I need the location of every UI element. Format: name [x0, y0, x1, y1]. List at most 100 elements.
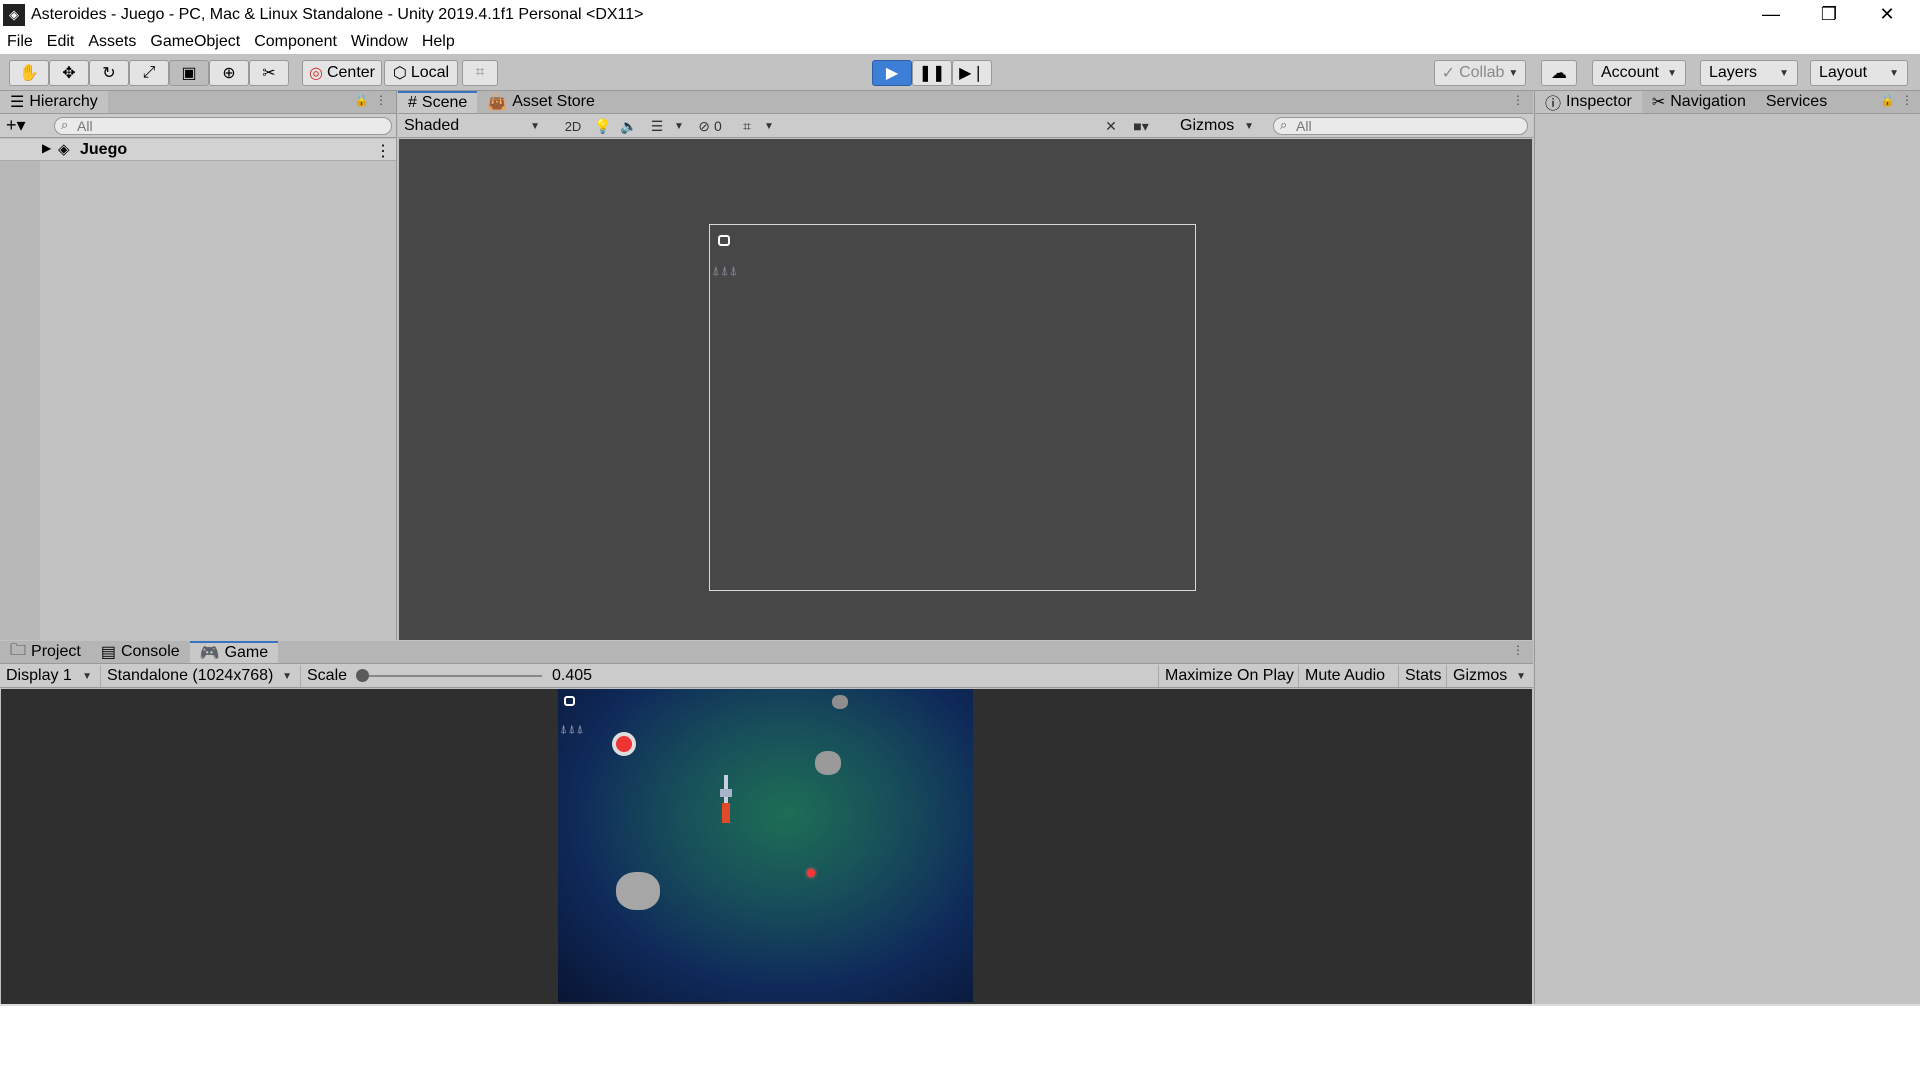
unity-scene-icon: ◈ — [58, 141, 70, 158]
inspector-tabbar: ⓘ Inspector ✂ Navigation Services 🔒 ⋮ — [1535, 91, 1920, 114]
tab-scene[interactable]: # Scene — [398, 91, 478, 113]
2d-toggle[interactable]: 2D — [558, 115, 588, 137]
menu-file[interactable]: File — [0, 33, 40, 51]
ship-thrust-icon — [722, 803, 730, 823]
chevron-down-icon: ▼ — [1779, 67, 1789, 79]
transform-tool-button[interactable]: ⊕ — [209, 60, 249, 86]
pause-button[interactable]: ❚❚ — [912, 60, 952, 86]
console-icon: ▤ — [100, 644, 116, 661]
chevron-down-icon: ▼ — [1244, 120, 1254, 132]
menu-gameobject[interactable]: GameObject — [143, 33, 247, 51]
grid-snap-button[interactable]: ⌗ — [462, 60, 498, 86]
stats-toggle[interactable]: Stats — [1398, 665, 1446, 687]
gizmos-label: Gizmos — [1453, 667, 1508, 684]
game-canvas[interactable]: ⍋⍋⍋ — [558, 689, 973, 1002]
lighting-icon[interactable]: 💡 — [590, 115, 616, 137]
chevron-down-icon: ▼ — [530, 120, 540, 132]
kebab-menu-icon[interactable]: ⋮ — [1512, 643, 1524, 657]
cloud-button[interactable]: ☁ — [1541, 60, 1577, 86]
scale-tool-button[interactable]: ⤢ — [129, 60, 169, 86]
minimize-button[interactable]: — — [1742, 0, 1800, 29]
tab-label: Asset Store — [512, 93, 595, 110]
audio-icon[interactable]: 🔈 — [616, 115, 642, 137]
play-button[interactable]: ▶ — [872, 60, 912, 86]
scene-viewport[interactable]: ⍋⍋⍋ — [399, 139, 1532, 640]
menu-assets[interactable]: Assets — [81, 33, 143, 51]
layers-dropdown[interactable]: Layers ▼ — [1700, 60, 1798, 86]
hand-tool-button[interactable]: ✋ — [9, 60, 49, 86]
close-button[interactable]: ✕ — [1858, 0, 1916, 29]
chevron-down-icon[interactable]: ▼ — [756, 115, 782, 137]
tab-asset-store[interactable]: 👜 Asset Store — [477, 91, 605, 113]
custom-tool-button[interactable]: ✂ — [249, 60, 289, 86]
tab-services[interactable]: Services — [1756, 91, 1837, 113]
maximize-on-play-toggle[interactable]: Maximize On Play — [1158, 665, 1296, 687]
restore-button[interactable]: ❐ — [1800, 0, 1858, 29]
kebab-menu-icon[interactable]: ⋮ — [375, 93, 387, 107]
tab-label: Navigation — [1670, 93, 1746, 110]
kebab-menu-icon[interactable]: ⋮ — [1512, 93, 1524, 107]
kebab-menu-icon[interactable]: ⋮ — [1901, 93, 1913, 107]
scale-slider-track[interactable] — [362, 675, 542, 677]
layout-dropdown[interactable]: Layout ▼ — [1810, 60, 1908, 86]
step-button[interactable]: ▶❘ — [952, 60, 992, 86]
shading-mode-dropdown[interactable]: Shaded ▼ — [398, 115, 546, 137]
account-label: Account — [1601, 64, 1659, 81]
menu-edit[interactable]: Edit — [40, 33, 82, 51]
bag-icon: 👜 — [487, 94, 508, 111]
tab-game[interactable]: 🎮 Game — [189, 641, 279, 663]
pivot-rotation-toggle[interactable]: ⬡ Local — [384, 60, 458, 86]
scene-search-input[interactable]: All — [1273, 117, 1528, 135]
asteroid-icon — [815, 751, 841, 775]
tools-icon[interactable]: ✕ — [1098, 115, 1124, 137]
tab-console[interactable]: ▤ Console — [91, 641, 190, 663]
mute-audio-toggle[interactable]: Mute Audio — [1298, 665, 1396, 687]
space-label: Local — [410, 64, 450, 81]
tab-project[interactable]: 🗀 Project — [0, 641, 91, 663]
resolution-dropdown[interactable]: Standalone (1024x768) ▼ — [100, 665, 298, 687]
display-dropdown[interactable]: Display 1 ▼ — [0, 665, 98, 687]
gizmos-dropdown[interactable]: Gizmos ▼ — [1174, 115, 1260, 137]
status-area — [0, 1004, 1920, 1080]
account-dropdown[interactable]: Account ▼ — [1592, 60, 1686, 86]
lock-icon[interactable]: 🔒 — [1880, 93, 1895, 107]
rect-tool-button[interactable]: ▣ — [169, 60, 209, 86]
lives-icon: ⍋⍋⍋ — [560, 722, 585, 736]
title-bar: ◈ Asteroides - Juego - PC, Mac & Linux S… — [0, 0, 1920, 29]
list-item[interactable]: ▶ ◈ Juego ⋮ — [0, 139, 396, 161]
menu-bar: File Edit Assets GameObject Component Wi… — [0, 29, 1920, 54]
grid-snap-icon: ⌗ — [475, 64, 485, 81]
menu-component[interactable]: Component — [247, 33, 344, 51]
tab-label: Hierarchy — [29, 93, 98, 110]
collab-dropdown[interactable]: ✓ Collab ▼ — [1434, 60, 1526, 86]
add-icon[interactable]: +▾ — [6, 115, 26, 136]
tab-navigation[interactable]: ✂ Navigation — [1642, 91, 1756, 113]
menu-help[interactable]: Help — [415, 33, 462, 51]
eye-off-icon: ⊘ — [698, 117, 710, 134]
hidden-objects-toggle[interactable]: ⊘ 0 — [688, 115, 732, 137]
expand-arrow-icon[interactable]: ▶ — [42, 141, 51, 155]
hierarchy-search-input[interactable]: All — [54, 117, 392, 135]
gamepad-icon: 🎮 — [199, 645, 220, 662]
pivot-icon: ◎ — [309, 65, 323, 82]
layers-label: Layers — [1709, 64, 1758, 81]
game-viewport[interactable]: ⍋⍋⍋ — [1, 689, 1532, 1004]
scale-slider-thumb[interactable] — [356, 669, 369, 682]
step-icon: ▶❘ — [959, 65, 985, 82]
rotate-tool-button[interactable]: ↻ — [89, 60, 129, 86]
window-title: Asteroides - Juego - PC, Mac & Linux Sta… — [31, 5, 644, 23]
menu-window[interactable]: Window — [344, 33, 415, 51]
bullet-icon — [807, 869, 815, 877]
shading-label: Shaded — [404, 117, 460, 134]
cloud-icon: ☁ — [1551, 65, 1567, 82]
lock-icon[interactable]: 🔒 — [354, 93, 369, 107]
pivot-center-toggle[interactable]: ◎ Center — [302, 60, 382, 86]
kebab-menu-icon[interactable]: ⋮ — [375, 141, 391, 161]
tab-inspector[interactable]: ⓘ Inspector — [1535, 91, 1642, 113]
asteroid-icon — [616, 872, 660, 910]
move-tool-button[interactable]: ✥ — [49, 60, 89, 86]
tab-hierarchy[interactable]: ☰ Hierarchy — [0, 91, 108, 113]
camera-icon[interactable]: ■▾ — [1128, 115, 1154, 137]
game-toolbar: Display 1 ▼ Standalone (1024x768) ▼ Scal… — [0, 664, 1533, 688]
game-gizmos-dropdown[interactable]: Gizmos ▼ — [1446, 665, 1532, 687]
